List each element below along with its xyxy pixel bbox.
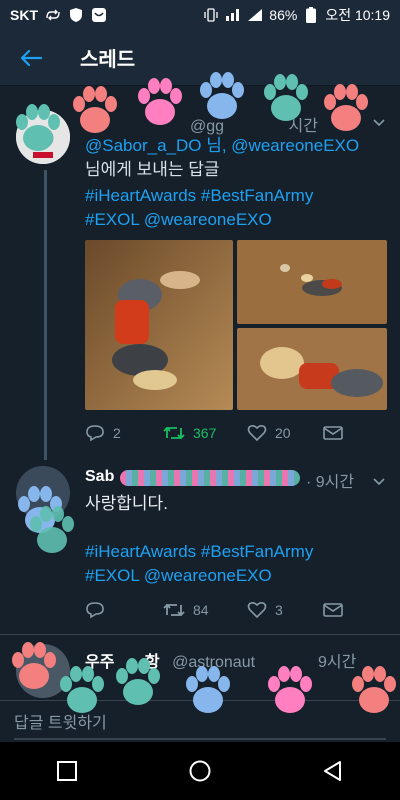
paw-icon	[352, 666, 396, 713]
paw-icon	[268, 666, 312, 713]
paw-icon	[60, 666, 104, 713]
paw-icon	[73, 86, 117, 133]
paw-icon	[138, 78, 182, 125]
paw-icon	[12, 642, 56, 689]
paw-icon	[200, 72, 244, 119]
paw-icon	[264, 74, 308, 121]
paw-icon	[116, 658, 160, 705]
paw-icon	[186, 666, 230, 713]
name-redaction-scribble	[120, 470, 300, 486]
paw-sticker-overlay	[12, 72, 396, 713]
paw-icon	[324, 84, 368, 131]
paw-icon	[16, 104, 60, 151]
